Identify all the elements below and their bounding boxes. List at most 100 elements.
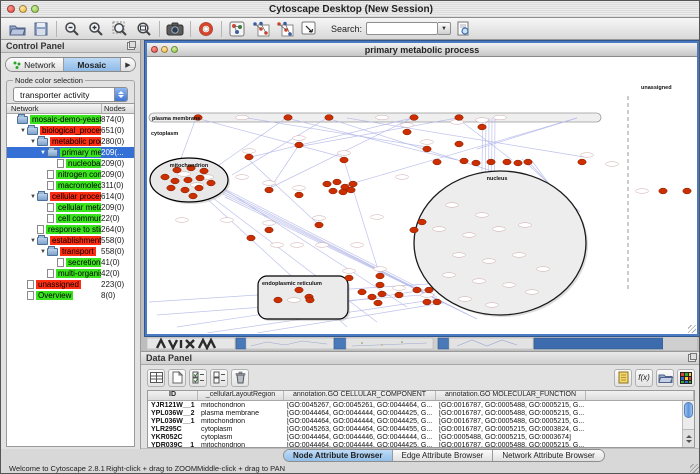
network-node — [274, 297, 282, 303]
select-attributes-icon[interactable] — [189, 369, 207, 387]
attribute-table-icon[interactable] — [147, 369, 165, 387]
tree-item-establishment-of-lo[interactable]: ▼establishment of lo558(0) — [7, 235, 134, 246]
tab-mosaic-label: Mosaic — [77, 60, 106, 70]
tab-network-attribute-browser[interactable]: Network Attribute Browser — [493, 450, 603, 461]
tab-edge-attribute-browser[interactable]: Edge Attribute Browser — [393, 450, 494, 461]
tree-item-overview[interactable]: Overview8(0) — [7, 290, 134, 301]
expand-arrow-icon[interactable]: ▼ — [39, 249, 47, 255]
table-row[interactable]: YDR039C__1mitochondrion[GO:0044464, GO:0… — [148, 441, 694, 448]
table-row[interactable]: YPL036W__1mitochondrion[GO:0044464, GO:0… — [148, 417, 694, 425]
delete-attribute-icon[interactable] — [231, 369, 249, 387]
formula-icon[interactable]: f(x) — [635, 369, 653, 387]
tree-item-cell-communicat[interactable]: cell communicat22(0) — [7, 213, 134, 224]
tree-header-nodes[interactable]: Nodes — [102, 104, 134, 113]
table-row[interactable]: YJR121W__1mitochondrion[GO:0045267, GO:0… — [148, 401, 694, 409]
open-file-icon[interactable] — [5, 19, 29, 39]
tab-node-attribute-browser[interactable]: Node Attribute Browser — [284, 450, 393, 461]
network-leaf-icon — [47, 170, 54, 179]
tree-item-multi-organism-pro[interactable]: multi-organism pro42(0) — [7, 268, 134, 279]
tree-item-biological-process[interactable]: ▼biological_process651(0) — [7, 125, 134, 136]
search-go-icon[interactable] — [451, 19, 475, 39]
matrix-icon[interactable] — [677, 369, 695, 387]
tree-item-transport[interactable]: ▼transport558(0) — [7, 246, 134, 257]
tab-network[interactable]: Network — [6, 58, 64, 71]
col-go-cellular-component[interactable]: annotation.GO CELLULAR_COMPONENT — [284, 391, 436, 400]
expand-arrow-icon[interactable]: ▼ — [29, 194, 37, 200]
unselect-attributes-icon[interactable] — [210, 369, 228, 387]
notes-icon[interactable] — [614, 369, 632, 387]
expand-arrow-icon[interactable]: ▼ — [39, 150, 47, 156]
expand-arrow-icon[interactable]: ▼ — [29, 139, 37, 145]
zoom-region-icon[interactable] — [132, 19, 156, 39]
folder-icon — [47, 149, 58, 157]
node-color-dropdown[interactable]: transporter activity — [13, 87, 128, 102]
table-scrollbar-thumb[interactable] — [684, 402, 693, 418]
tree-item-primary-metabo[interactable]: ▼primary metabo209(... — [7, 147, 134, 158]
col-go-molecular-function[interactable]: annotation.GO MOLECULAR_FUNCTION — [436, 391, 586, 400]
first-neighbors-icon[interactable] — [249, 19, 273, 39]
tree-item-secretion[interactable]: secretion41(0) — [7, 257, 134, 268]
tabs-overflow-icon[interactable]: ▶ — [121, 58, 135, 71]
expand-arrow-icon[interactable]: ▼ — [29, 238, 37, 244]
import-attributes-icon[interactable] — [656, 369, 674, 387]
network-node — [395, 292, 403, 298]
tree-item-cellular-process[interactable]: ▼cellular process614(0) — [7, 191, 134, 202]
network-node — [455, 141, 463, 147]
annotation-icon[interactable] — [297, 19, 321, 39]
tree-item-metabolic-process[interactable]: ▼metabolic process280(0) — [7, 136, 134, 147]
expand-arrow-icon[interactable]: ▼ — [19, 128, 27, 134]
float-data-panel-icon[interactable] — [688, 354, 696, 362]
window-title: Cytoscape Desktop (New Session) — [1, 4, 700, 15]
status-welcome: Welcome to Cytoscape 2.8.1 — [9, 464, 105, 473]
table-scrollbar-arrows[interactable] — [683, 429, 695, 447]
node-label — [443, 273, 456, 278]
edge — [286, 118, 457, 160]
table-row[interactable]: YKR052Ccytoplasm[GO:0044464, GO:0044446,… — [148, 433, 694, 441]
table-cell: cytoplasm — [198, 426, 284, 433]
table-row[interactable]: YLR295Ccytoplasm[GO:0045263, GO:0044464,… — [148, 425, 694, 433]
tree-item-macromolecule[interactable]: macromolecule311(0) — [7, 180, 134, 191]
zoom-in-icon[interactable] — [84, 19, 108, 39]
tree-header-network[interactable]: Network — [7, 104, 102, 113]
help-icon[interactable] — [194, 19, 218, 39]
table-cell: [GO:0044464, GO:0044444, GO:0044425, G..… — [284, 418, 436, 425]
save-icon[interactable] — [29, 19, 53, 39]
tree-item-mosaic-demo-yeast[interactable]: mosaic-demo-yeast874(0) — [7, 114, 134, 125]
edge — [249, 160, 319, 225]
edge — [232, 118, 327, 175]
tree-item-response-to-stimulu[interactable]: response to stimulu264(0) — [7, 224, 134, 235]
edge — [347, 118, 584, 157]
data-panel-title: Data Panel — [146, 353, 192, 363]
network-view-title: primary metabolic process — [147, 45, 697, 55]
tree-item-cellular-metabo[interactable]: cellular metabo209(0) — [7, 202, 134, 213]
data-panel-toolbar: f(x) — [141, 365, 700, 390]
network-overview-icon[interactable] — [225, 19, 249, 39]
table-scrollbar[interactable] — [682, 401, 694, 447]
table-row[interactable]: YPL036W__2plasma membrane[GO:0044464, GO… — [148, 409, 694, 417]
region-label: cytoplasm — [151, 131, 178, 137]
node-label — [271, 243, 284, 248]
new-attribute-icon[interactable] — [168, 369, 186, 387]
nucleus-region — [414, 171, 586, 315]
layout-icon[interactable] — [273, 19, 297, 39]
zoom-out-icon[interactable] — [60, 19, 84, 39]
window-resize-grip[interactable] — [690, 464, 700, 474]
network-node — [374, 300, 382, 306]
snapshot-icon[interactable] — [163, 19, 187, 39]
node-label — [503, 283, 516, 288]
network-canvas[interactable]: plasma membranecytoplasmmitochondrionnuc… — [147, 57, 697, 333]
tree-item-nitrogen-compo[interactable]: nitrogen compo209(0) — [7, 169, 134, 180]
col-cellular-layout-region[interactable]: _cellularLayoutRegion — [198, 391, 284, 400]
col-id[interactable]: ID — [148, 391, 198, 400]
tree-item-unassigned[interactable]: unassigned223(0) — [7, 279, 134, 290]
zoom-fit-icon[interactable] — [108, 19, 132, 39]
network-view-titlebar[interactable]: primary metabolic process — [147, 43, 697, 57]
tree-item-node-count: 209(0) — [101, 170, 134, 179]
tab-mosaic[interactable]: Mosaic — [64, 58, 122, 71]
background-windows-strip[interactable] — [147, 337, 697, 350]
search-dropdown-icon[interactable]: ▼ — [438, 22, 451, 35]
float-panel-icon[interactable] — [127, 42, 135, 50]
tree-item-nucleobase[interactable]: nucleobase-209(0) — [7, 158, 134, 169]
search-input[interactable] — [366, 22, 438, 35]
view-resize-grip[interactable] — [688, 325, 696, 333]
